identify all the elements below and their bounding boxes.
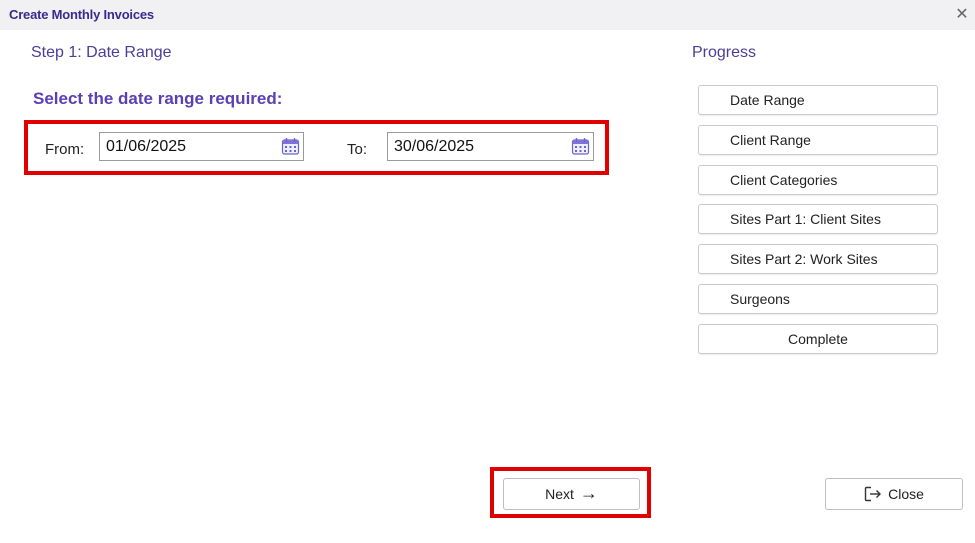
progress-client-categories-button[interactable]: Client Categories <box>698 165 938 195</box>
to-label: To: <box>347 141 368 158</box>
close-icon[interactable]: ✕ <box>953 5 971 25</box>
from-date-value: 01/06/2025 <box>106 138 187 155</box>
window-title: Create Monthly Invoices <box>9 7 154 22</box>
next-button[interactable]: Next → <box>503 478 640 510</box>
arrow-right-icon: → <box>579 483 598 503</box>
progress-client-range-button[interactable]: Client Range <box>698 125 938 155</box>
progress-surgeons-button[interactable]: Surgeons <box>698 284 938 314</box>
progress-client-sites-button[interactable]: Sites Part 1: Client Sites <box>698 204 938 234</box>
progress-work-sites-button[interactable]: Sites Part 2: Work Sites <box>698 244 938 274</box>
close-label: Close <box>888 486 924 502</box>
date-range-prompt: Select the date range required: <box>33 89 283 108</box>
progress-complete-button[interactable]: Complete <box>698 324 938 354</box>
exit-icon <box>864 486 882 502</box>
step-title: Step 1: Date Range <box>31 44 172 61</box>
to-date-input[interactable]: 30/06/2025 <box>387 132 594 161</box>
to-date-value: 30/06/2025 <box>394 138 475 155</box>
progress-title: Progress <box>692 44 757 61</box>
progress-date-range-button[interactable]: Date Range <box>698 85 938 115</box>
next-label: Next <box>545 486 574 502</box>
from-date-input[interactable]: 01/06/2025 <box>99 132 304 161</box>
title-bar: Create Monthly Invoices ✕ <box>0 0 975 30</box>
from-label: From: <box>45 141 85 158</box>
calendar-icon[interactable] <box>571 137 590 156</box>
calendar-icon[interactable] <box>281 137 300 156</box>
close-button[interactable]: Close <box>825 478 963 510</box>
